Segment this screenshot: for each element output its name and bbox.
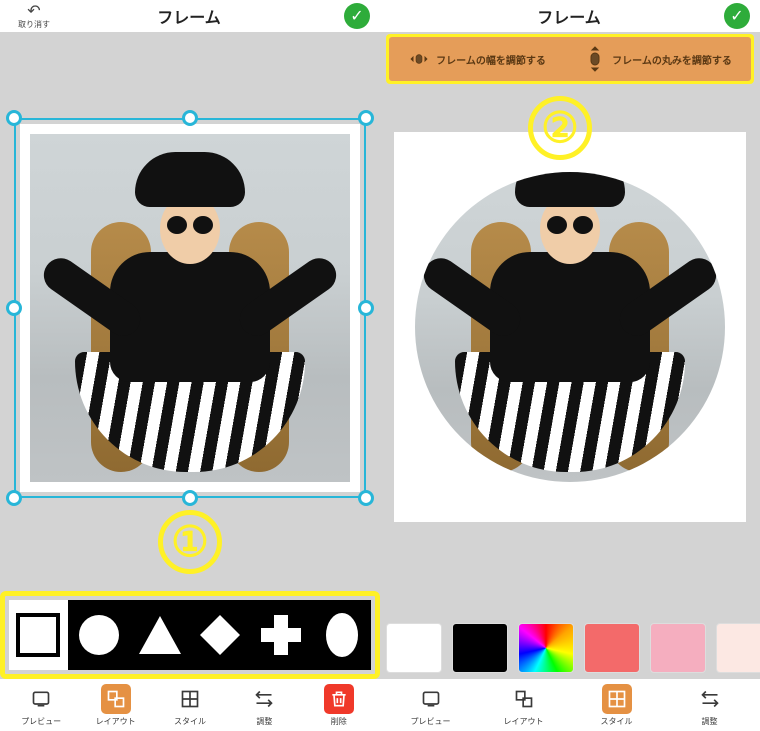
nav-label: レイアウト <box>504 716 544 727</box>
nav-label: 調整 <box>256 716 272 727</box>
resize-handle-tr[interactable] <box>358 110 374 126</box>
bottom-nav: プレビュー レイアウト スタイル 調整 <box>380 679 760 731</box>
nav-layout[interactable]: レイアウト <box>86 684 146 727</box>
tip-frame-round[interactable]: フレームの丸みを調節する <box>584 48 732 70</box>
swatch-white[interactable] <box>386 623 442 673</box>
nav-label: スタイル <box>174 716 206 727</box>
shape-oval[interactable] <box>312 600 371 670</box>
nav-style[interactable]: スタイル <box>587 684 647 727</box>
resize-handle-br[interactable] <box>358 490 374 506</box>
annotation-step-1: ① <box>158 510 222 574</box>
layout-icon <box>509 684 539 714</box>
style-icon <box>175 684 205 714</box>
topbar: ↶ 取り消す フレーム ✓ <box>380 0 760 32</box>
nav-preview[interactable]: プレビュー <box>401 684 461 727</box>
confirm-button[interactable]: ✓ <box>724 3 750 29</box>
tip-frame-width[interactable]: フレームの幅を調節する <box>408 48 546 70</box>
selection-outline <box>14 118 366 498</box>
check-icon: ✓ <box>350 6 363 26</box>
swatch-rainbow[interactable] <box>518 623 574 673</box>
adjust-icon <box>695 684 725 714</box>
layout-icon <box>101 684 131 714</box>
roundness-adjust-icon <box>584 48 606 70</box>
nav-label: 調整 <box>702 716 718 727</box>
shape-picker <box>9 600 371 670</box>
shape-square[interactable] <box>9 600 70 670</box>
topbar: ↶ 取り消す フレーム ✓ <box>0 0 380 32</box>
color-swatch-row <box>386 619 760 677</box>
nav-layout[interactable]: レイアウト <box>494 684 554 727</box>
tip-label: フレームの幅を調節する <box>436 52 546 67</box>
swatch-pink[interactable] <box>650 623 706 673</box>
nav-label: プレビュー <box>411 716 451 727</box>
shape-circle[interactable] <box>70 600 131 670</box>
tip-label: フレームの丸みを調節する <box>612 52 732 67</box>
nav-label: スタイル <box>601 716 633 727</box>
shape-triangle[interactable] <box>130 600 191 670</box>
width-adjust-icon <box>408 48 430 70</box>
shape-diamond[interactable] <box>191 600 252 670</box>
nav-adjust[interactable]: 調整 <box>680 684 740 727</box>
nav-label: プレビュー <box>21 716 61 727</box>
page-title: フレーム <box>34 4 344 28</box>
nav-label: レイアウト <box>96 716 136 727</box>
resize-handle-tl[interactable] <box>6 110 22 126</box>
check-icon: ✓ <box>730 6 743 26</box>
resize-handle-b[interactable] <box>182 490 198 506</box>
resize-handle-l[interactable] <box>6 300 22 316</box>
pane-left: ↶ 取り消す フレーム ✓ <box>0 0 380 731</box>
nav-preview[interactable]: プレビュー <box>11 684 71 727</box>
trash-icon <box>324 684 354 714</box>
resize-handle-t[interactable] <box>182 110 198 126</box>
annotation-step-2: ② <box>528 96 592 160</box>
tip-banner-highlight: フレームの幅を調節する フレームの丸みを調節する <box>386 34 754 84</box>
nav-style[interactable]: スタイル <box>160 684 220 727</box>
preview-icon <box>26 684 56 714</box>
shape-plus[interactable] <box>252 600 313 670</box>
page-title: フレーム <box>414 4 724 28</box>
preview-icon <box>416 684 446 714</box>
resize-handle-bl[interactable] <box>6 490 22 506</box>
nav-adjust[interactable]: 調整 <box>234 684 294 727</box>
photo-card <box>394 132 746 522</box>
nav-label: 削除 <box>331 716 347 727</box>
circular-frame <box>415 172 725 482</box>
bottom-nav: プレビュー レイアウト スタイル 調整 <box>0 679 380 731</box>
swatch-red[interactable] <box>584 623 640 673</box>
nav-delete[interactable]: 削除 <box>309 684 369 727</box>
canvas[interactable] <box>0 32 380 731</box>
resize-handle-r[interactable] <box>358 300 374 316</box>
confirm-button[interactable]: ✓ <box>344 3 370 29</box>
swatch-light-pink[interactable] <box>716 623 760 673</box>
style-icon <box>602 684 632 714</box>
tip-banner: フレームの幅を調節する フレームの丸みを調節する <box>389 37 751 81</box>
adjust-icon <box>249 684 279 714</box>
swatch-black[interactable] <box>452 623 508 673</box>
shape-picker-highlight <box>0 591 380 679</box>
selected-frame[interactable] <box>14 118 366 498</box>
